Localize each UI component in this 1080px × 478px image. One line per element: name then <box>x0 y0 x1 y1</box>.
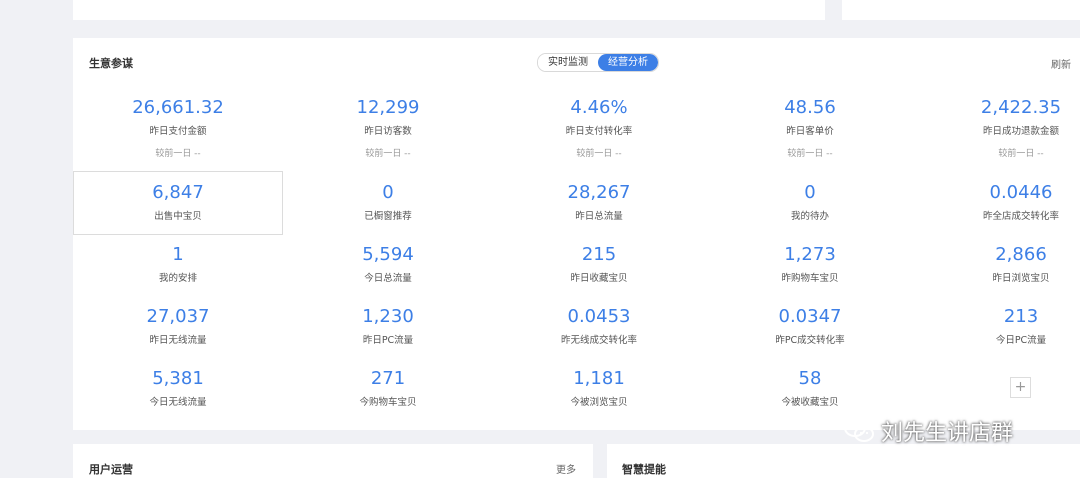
user-operations-panel <box>73 444 593 478</box>
metric-label: 昨日支付金额 <box>149 126 207 137</box>
metric-value: 58 <box>798 368 822 389</box>
metric-cell[interactable]: 213 今日PC流量 <box>916 306 1080 346</box>
metric-label: 今日总流量 <box>364 273 412 284</box>
metric-compare: 较前一日 -- <box>998 149 1044 159</box>
metric-value: 48.56 <box>784 97 836 118</box>
metric-cell[interactable]: 58 今被收藏宝贝 <box>705 368 915 408</box>
metric-cell[interactable]: 48.56 昨日客单价 较前一日 -- <box>705 97 915 159</box>
refresh-link[interactable]: 刷新 <box>1051 56 1071 71</box>
metric-value: 215 <box>581 244 617 265</box>
metric-value: 4.46% <box>570 97 628 118</box>
metric-label: 昨日客单价 <box>786 126 834 137</box>
metric-label: 今日无线流量 <box>149 397 207 408</box>
more-link[interactable]: 更多 <box>556 461 576 476</box>
metric-value: 1,181 <box>573 368 625 389</box>
metric-label: 昨无线成交转化率 <box>560 335 637 346</box>
watermark-text: 刘先生讲店群 <box>881 421 1014 446</box>
metric-compare: 较前一日 -- <box>365 149 411 159</box>
metric-label: 昨日成功退款金额 <box>982 126 1059 137</box>
metric-cell[interactable]: 1,181 今被浏览宝贝 <box>494 368 704 408</box>
wechat-icon <box>844 419 874 442</box>
metric-label: 昨日收藏宝贝 <box>570 273 628 284</box>
top-left-card <box>73 0 825 20</box>
add-metric-button[interactable]: + <box>1010 377 1031 398</box>
metric-label: 今被浏览宝贝 <box>570 397 628 408</box>
metric-compare: 较前一日 -- <box>155 149 201 159</box>
metric-cell[interactable]: 26,661.32 昨日支付金额 较前一日 -- <box>73 97 283 159</box>
metric-value: 5,594 <box>362 244 414 265</box>
metric-cell[interactable]: 0.0453 昨无线成交转化率 <box>494 306 704 346</box>
metric-cell[interactable]: 5,381 今日无线流量 <box>73 368 283 408</box>
metric-value: 0.0446 <box>989 182 1053 203</box>
watermark: 刘先生讲店群 <box>843 415 1013 447</box>
metric-value: 27,037 <box>146 306 210 327</box>
metric-value: 1,230 <box>362 306 414 327</box>
metric-label: 今购物车宝贝 <box>359 397 417 408</box>
metric-cell[interactable]: 0.0347 昨PC成交转化率 <box>705 306 915 346</box>
metric-cell[interactable]: 1,273 昨购物车宝贝 <box>705 244 915 284</box>
metric-label: 我的安排 <box>158 273 197 284</box>
metric-cell[interactable]: 0 已橱窗推荐 <box>283 182 493 222</box>
view-toggle: 实时监测 经营分析 <box>537 53 659 72</box>
metric-label: 昨PC成交转化率 <box>775 335 845 346</box>
metric-compare: 较前一日 -- <box>787 149 833 159</box>
metric-value: 5,381 <box>152 368 204 389</box>
metric-label: 出售中宝贝 <box>154 211 202 222</box>
metric-cell[interactable]: 27,037 昨日无线流量 <box>73 306 283 346</box>
panel-title: 生意参谋 <box>89 57 133 70</box>
metric-value: 26,661.32 <box>132 97 224 118</box>
plus-icon: + <box>1014 379 1027 395</box>
metric-cell[interactable]: 6,847 出售中宝贝 <box>73 182 283 222</box>
metric-cell[interactable]: 215 昨日收藏宝贝 <box>494 244 704 284</box>
metric-value: 0 <box>804 182 816 203</box>
metric-label: 昨日总流量 <box>575 211 623 222</box>
top-right-card <box>842 0 1080 20</box>
metric-value: 213 <box>1003 306 1039 327</box>
user-operations-title: 用户运营 <box>89 463 133 476</box>
metric-compare: 较前一日 -- <box>576 149 622 159</box>
metric-label: 今日PC流量 <box>995 335 1047 346</box>
tab-business-analysis[interactable]: 经营分析 <box>598 54 658 71</box>
metric-label: 昨日PC流量 <box>362 335 414 346</box>
smart-empowerment-title: 智慧提能 <box>622 463 666 476</box>
metric-value: 271 <box>370 368 406 389</box>
metric-cell[interactable]: 2,866 昨日浏览宝贝 <box>916 244 1080 284</box>
metric-label: 我的待办 <box>790 211 829 222</box>
metric-value: 2,866 <box>995 244 1047 265</box>
metric-label: 昨全店成交转化率 <box>982 211 1059 222</box>
metric-value: 28,267 <box>567 182 631 203</box>
metric-value: 0.0453 <box>567 306 631 327</box>
metric-value: 12,299 <box>356 97 420 118</box>
metric-cell[interactable]: 0 我的待办 <box>705 182 915 222</box>
metric-cell[interactable]: 271 今购物车宝贝 <box>283 368 493 408</box>
metric-cell[interactable]: 4.46% 昨日支付转化率 较前一日 -- <box>494 97 704 159</box>
metric-value: 0.0347 <box>778 306 842 327</box>
metric-value: 1,273 <box>784 244 836 265</box>
tab-realtime-monitor[interactable]: 实时监测 <box>538 54 598 71</box>
metric-value: 0 <box>382 182 394 203</box>
metric-label: 昨日访客数 <box>364 126 412 137</box>
metric-label: 昨购物车宝贝 <box>781 273 839 284</box>
metric-label: 昨日浏览宝贝 <box>992 273 1050 284</box>
metric-cell[interactable]: 0.0446 昨全店成交转化率 <box>916 182 1080 222</box>
metric-label: 昨日无线流量 <box>149 335 207 346</box>
metric-value: 1 <box>172 244 184 265</box>
metric-cell[interactable]: 5,594 今日总流量 <box>283 244 493 284</box>
metric-cell[interactable]: 1,230 昨日PC流量 <box>283 306 493 346</box>
metric-cell[interactable]: 2,422.35 昨日成功退款金额 较前一日 -- <box>916 97 1080 159</box>
smart-empowerment-panel <box>607 444 1080 478</box>
metric-cell[interactable]: 1 我的安排 <box>73 244 283 284</box>
metric-cell[interactable]: 12,299 昨日访客数 较前一日 -- <box>283 97 493 159</box>
metric-cell[interactable]: 28,267 昨日总流量 <box>494 182 704 222</box>
metric-value: 2,422.35 <box>980 97 1062 118</box>
metric-label: 昨日支付转化率 <box>565 126 633 137</box>
metric-value: 6,847 <box>152 182 204 203</box>
metric-label: 已橱窗推荐 <box>364 211 412 222</box>
metric-label: 今被收藏宝贝 <box>781 397 839 408</box>
